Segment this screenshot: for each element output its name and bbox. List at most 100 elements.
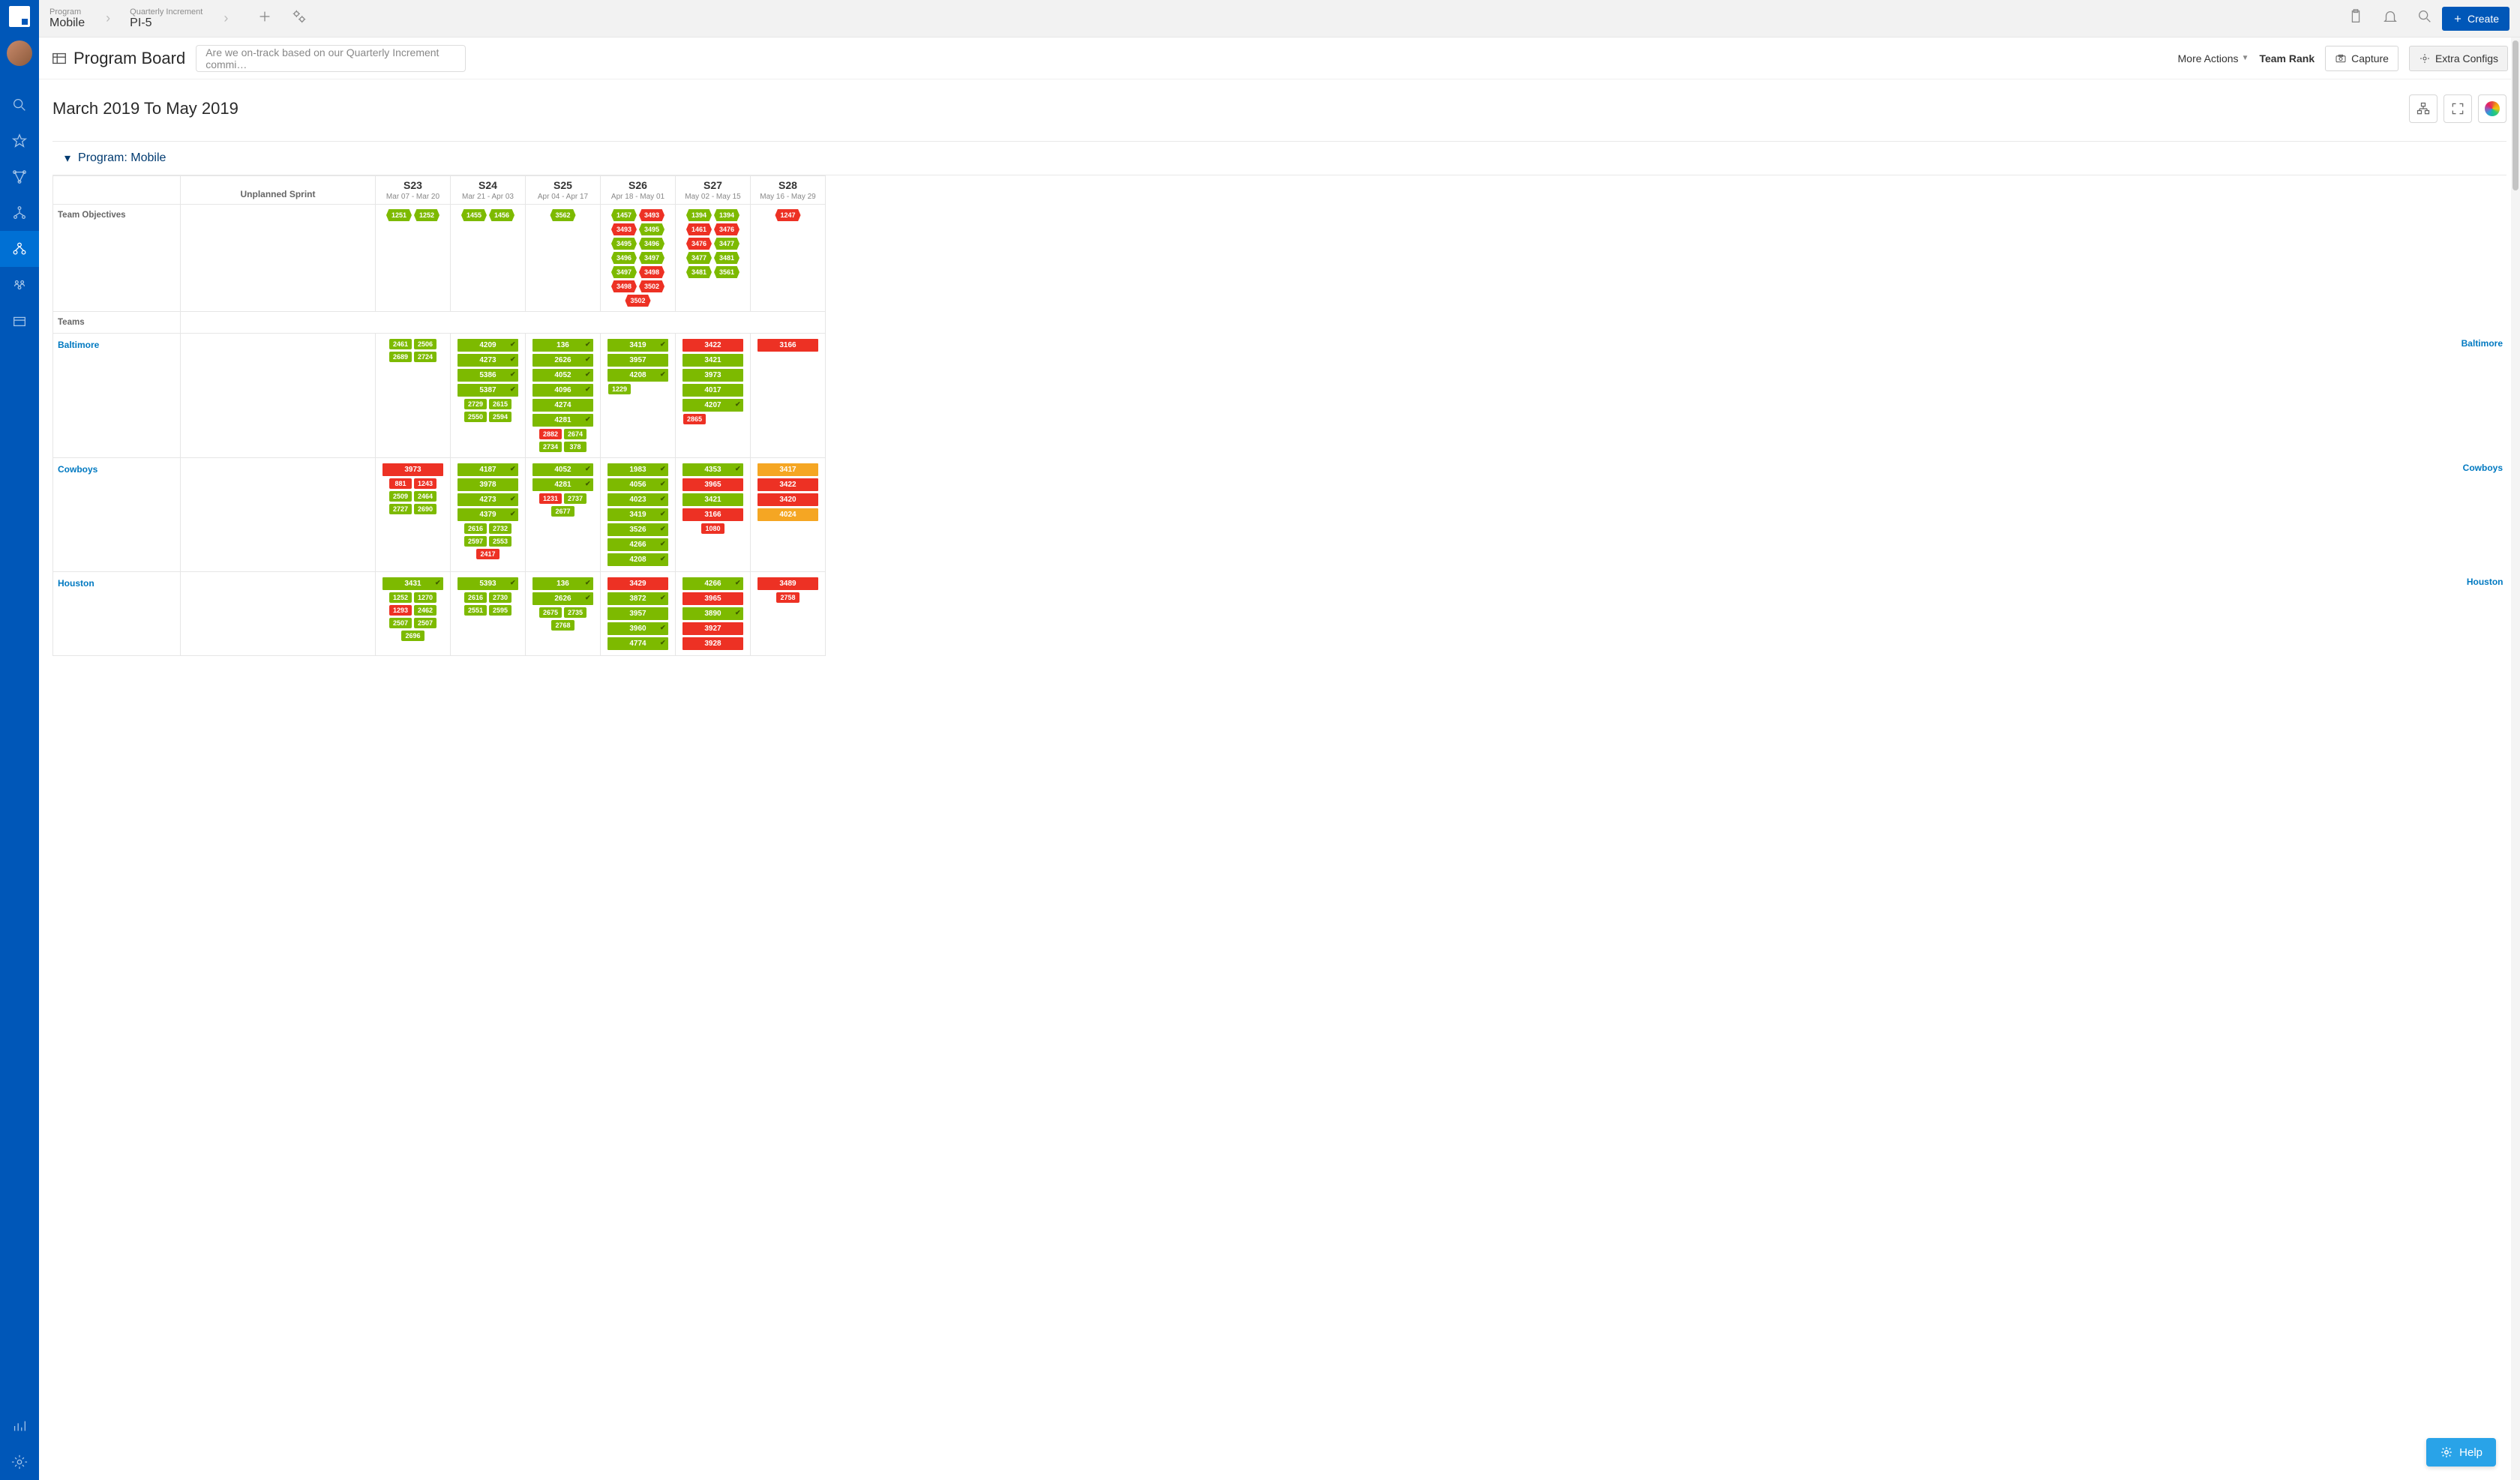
work-item-card[interactable]: 3166 — [758, 339, 818, 352]
work-item-card[interactable]: 5386✔ — [458, 369, 518, 382]
item-pill[interactable]: 2729 — [464, 399, 487, 409]
star-nav-icon[interactable] — [0, 123, 39, 159]
hierarchy-nav-icon[interactable] — [0, 195, 39, 231]
program-nav-icon[interactable] — [0, 231, 39, 267]
objective-pill[interactable]: 1251 — [386, 209, 412, 221]
item-pill[interactable]: 2595 — [489, 605, 512, 616]
objective-pill[interactable]: 3502 — [639, 280, 664, 292]
objective-pill[interactable]: 3497 — [639, 252, 664, 264]
work-item-card[interactable]: 4281✔ — [532, 414, 592, 427]
item-pill[interactable]: 1252 — [389, 592, 412, 603]
work-item-card[interactable]: 4052✔ — [532, 369, 592, 382]
work-item-card[interactable]: 4273✔ — [458, 493, 518, 506]
item-pill[interactable]: 2690 — [414, 504, 436, 514]
work-item-card[interactable]: 3526✔ — [608, 523, 668, 536]
work-item-card[interactable]: 4266✔ — [608, 538, 668, 551]
item-pill[interactable]: 2865 — [683, 414, 706, 424]
work-item-card[interactable]: 4208✔ — [608, 553, 668, 566]
item-pill[interactable]: 2594 — [489, 412, 512, 422]
objective-pill[interactable]: 3502 — [625, 295, 650, 307]
clipboard-icon[interactable] — [2348, 8, 2364, 28]
item-pill[interactable]: 2758 — [776, 592, 799, 603]
work-item-card[interactable]: 1983✔ — [608, 463, 668, 476]
item-pill[interactable]: 2730 — [489, 592, 512, 603]
work-item-card[interactable]: 4379✔ — [458, 508, 518, 521]
work-item-card[interactable]: 3431✔ — [382, 577, 442, 590]
objective-pill[interactable]: 1247 — [775, 209, 800, 221]
create-button[interactable]: Create — [2442, 7, 2510, 31]
team-link-right[interactable]: Houston — [2467, 577, 2504, 587]
item-pill[interactable]: 1231 — [539, 493, 562, 504]
objective-pill[interactable]: 1461 — [686, 223, 712, 235]
expand-button[interactable] — [2444, 94, 2472, 123]
objective-pill[interactable]: 3493 — [611, 223, 637, 235]
team-nav-icon[interactable] — [0, 267, 39, 303]
work-item-card[interactable]: 4207✔ — [682, 399, 742, 412]
objective-pill[interactable]: 3498 — [611, 280, 637, 292]
hierarchy-view-button[interactable] — [2409, 94, 2438, 123]
more-actions-dropdown[interactable]: More Actions▼ — [2178, 52, 2249, 64]
item-pill[interactable]: 2597 — [464, 536, 487, 547]
search-nav-icon[interactable] — [0, 87, 39, 123]
app-logo[interactable] — [9, 6, 30, 27]
item-pill[interactable]: 2674 — [564, 429, 586, 439]
item-pill[interactable]: 2616 — [464, 523, 487, 534]
work-item-card[interactable]: 3957 — [608, 354, 668, 367]
team-link[interactable]: Cowboys — [58, 464, 98, 475]
scrollbar-thumb[interactable] — [2512, 40, 2518, 190]
work-item-card[interactable]: 4281✔ — [532, 478, 592, 491]
work-item-card[interactable]: 4774✔ — [608, 637, 668, 650]
item-pill[interactable]: 2551 — [464, 605, 487, 616]
work-item-card[interactable]: 4056✔ — [608, 478, 668, 491]
item-pill[interactable]: 2696 — [401, 631, 424, 641]
objective-pill[interactable]: 3476 — [714, 223, 740, 235]
work-item-card[interactable]: 3978 — [458, 478, 518, 491]
work-item-card[interactable]: 5393✔ — [458, 577, 518, 590]
analytics-nav-icon[interactable] — [0, 1408, 39, 1444]
work-item-card[interactable]: 4052✔ — [532, 463, 592, 476]
item-pill[interactable]: 2507 — [414, 618, 436, 628]
color-settings-button[interactable] — [2478, 94, 2506, 123]
item-pill[interactable]: 2882 — [539, 429, 562, 439]
settings-nav-icon[interactable] — [0, 1444, 39, 1480]
work-item-card[interactable]: 3973 — [382, 463, 442, 476]
item-pill[interactable]: 2675 — [539, 607, 562, 618]
capture-button[interactable]: Capture — [2325, 46, 2398, 71]
work-item-card[interactable]: 4187✔ — [458, 463, 518, 476]
work-item-card[interactable]: 3973 — [682, 369, 742, 382]
objective-pill[interactable]: 3481 — [714, 252, 740, 264]
objective-pill[interactable]: 3497 — [611, 266, 637, 278]
work-item-card[interactable]: 4017 — [682, 384, 742, 397]
search-icon[interactable] — [2416, 8, 2433, 28]
objective-pill[interactable]: 1252 — [414, 209, 440, 221]
objective-pill[interactable]: 1457 — [611, 209, 637, 221]
team-link-right[interactable]: Baltimore — [2462, 338, 2503, 349]
work-item-card[interactable]: 4208✔ — [608, 369, 668, 382]
item-pill[interactable]: 2615 — [489, 399, 512, 409]
item-pill[interactable]: 2506 — [414, 339, 436, 349]
objective-pill[interactable]: 3493 — [639, 209, 664, 221]
work-item-card[interactable]: 3166 — [682, 508, 742, 521]
section-header[interactable]: ▾ Program: Mobile — [52, 141, 2506, 175]
bell-icon[interactable] — [2382, 8, 2398, 28]
item-pill[interactable]: 2689 — [389, 352, 412, 362]
work-item-card[interactable]: 5387✔ — [458, 384, 518, 397]
work-item-card[interactable]: 3421 — [682, 354, 742, 367]
item-pill[interactable]: 2507 — [389, 618, 412, 628]
item-pill[interactable]: 2461 — [389, 339, 412, 349]
work-item-card[interactable]: 3419✔ — [608, 339, 668, 352]
item-pill[interactable]: 2768 — [551, 620, 574, 631]
gears-icon[interactable] — [291, 8, 308, 28]
work-item-card[interactable]: 4024 — [758, 508, 818, 521]
item-pill[interactable]: 1293 — [389, 605, 412, 616]
item-pill[interactable]: 2677 — [551, 506, 574, 517]
objective-pill[interactable]: 1456 — [489, 209, 514, 221]
work-item-card[interactable]: 3890✔ — [682, 607, 742, 620]
work-item-card[interactable]: 3872✔ — [608, 592, 668, 605]
item-pill[interactable]: 2509 — [389, 491, 412, 502]
work-item-card[interactable]: 3421 — [682, 493, 742, 506]
objective-pill[interactable]: 3498 — [639, 266, 664, 278]
objective-pill[interactable]: 3477 — [714, 238, 740, 250]
work-item-card[interactable]: 3422 — [758, 478, 818, 491]
work-item-card[interactable]: 4023✔ — [608, 493, 668, 506]
